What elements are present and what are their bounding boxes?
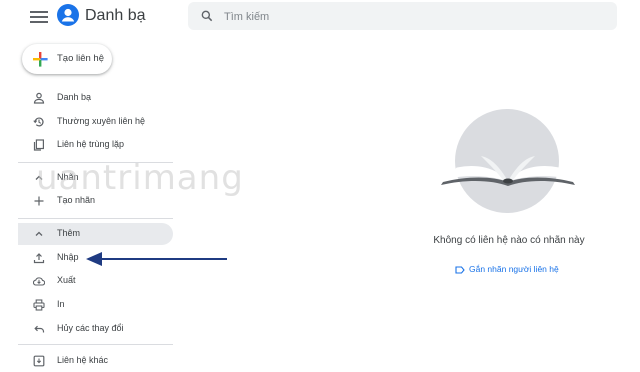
upload-icon [33,253,45,264]
create-contact-button[interactable]: Tạo liên hệ [22,44,112,74]
sidebar-item-label: Nhãn [57,172,79,182]
undo-icon [34,325,45,333]
sidebar-item-duplicates[interactable]: Liên hệ trùng lặp [18,134,173,156]
person-icon [33,92,45,104]
sidebar-item-export[interactable]: Xuất [18,270,173,292]
sidebar-item-label: Xuất [57,275,76,285]
open-book-icon [441,156,575,186]
sidebar-item-label: In [57,299,65,309]
sidebar-item-other-contacts[interactable]: Liên hệ khác [18,350,173,372]
annotation-arrow-head-icon [86,252,102,266]
sidebar-divider [18,218,173,219]
print-icon [33,299,45,311]
sidebar-item-more[interactable]: Thêm [18,223,173,245]
chevron-up-icon [35,175,43,180]
sidebar-item-labels[interactable]: Nhãn [18,167,173,189]
plus-colored-icon [33,52,48,67]
main-menu-button[interactable] [30,8,48,26]
chevron-up-icon [35,231,43,236]
sidebar-item-label: Danh bạ [57,92,92,102]
assign-label-text: Gắn nhãn người liên hệ [469,264,559,274]
sidebar-item-undo-changes[interactable]: Hủy các thay đổi [18,318,173,340]
sidebar-item-label: Hủy các thay đổi [57,323,124,333]
label-icon [455,266,465,274]
plus-icon [34,196,44,206]
search-icon[interactable] [200,9,214,23]
sidebar-item-create-label[interactable]: Tạo nhãn [18,190,173,212]
app-title: Danh bạ [85,7,146,24]
sidebar-item-label: Liên hệ khác [57,355,109,365]
sidebar-item-label: Thường xuyên liên hệ [57,116,145,126]
contacts-logo-icon [57,4,79,26]
sidebar-item-label: Nhập [57,252,79,262]
cloud-download-icon [33,277,45,286]
assign-label-link[interactable]: Gắn nhãn người liên hệ [455,264,559,274]
copy-icon [33,139,45,151]
sidebar-divider [18,162,173,163]
search-bar[interactable] [188,2,617,32]
sidebar-item-frequent[interactable]: Thường xuyên liên hệ [18,111,173,133]
create-contact-label: Tạo liên hệ [57,53,105,64]
sidebar-item-label: Tạo nhãn [57,195,96,205]
sidebar-item-contacts[interactable]: Danh bạ [18,87,173,109]
search-input[interactable] [222,2,606,32]
history-icon [33,117,44,127]
annotation-arrow-line [100,258,227,260]
sidebar-item-label: Thêm [57,228,81,238]
sidebar-divider [18,344,173,345]
empty-state-message: Không có liên hệ nào có nhãn này [433,235,585,246]
archive-icon [33,355,45,367]
sidebar-item-label: Liên hệ trùng lặp [57,139,125,149]
sidebar-item-print[interactable]: In [18,294,173,316]
